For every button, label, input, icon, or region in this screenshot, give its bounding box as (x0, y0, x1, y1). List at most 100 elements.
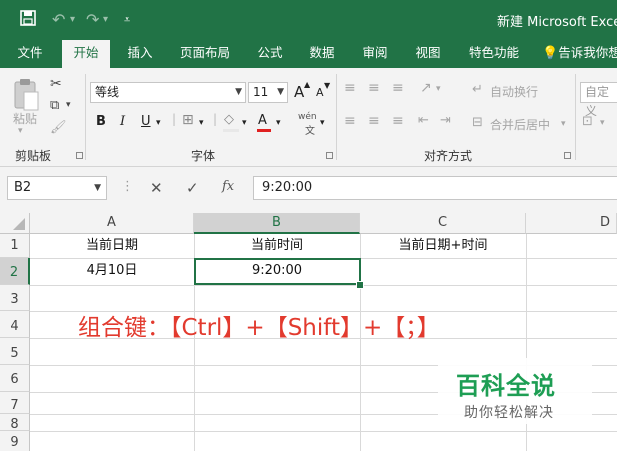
column-header-b[interactable]: B (194, 213, 360, 234)
row-header-1[interactable]: 1 (0, 234, 30, 258)
paste-label[interactable]: 粘贴 (13, 110, 37, 127)
phonetic-char-icon: 文 (305, 126, 315, 137)
undo-dropdown-icon[interactable]: ▾ (70, 10, 75, 30)
font-name-select[interactable]: 等线 ▼ (90, 82, 246, 103)
cancel-icon[interactable]: ✕ (150, 179, 163, 197)
fill-color-icon[interactable]: ◇ (224, 112, 234, 127)
merge-center-icon[interactable]: ⊟ (472, 115, 483, 130)
tab-home[interactable]: 开始 (62, 40, 110, 68)
window-title: 新建 Microsoft Excel (497, 15, 617, 30)
underline-dropdown-icon[interactable]: ▾ (156, 118, 161, 128)
tab-file[interactable]: 文件 (10, 40, 50, 68)
align-right-icon[interactable]: ≡ (392, 113, 404, 129)
insert-function-button[interactable]: fx (222, 179, 234, 194)
redo-icon[interactable]: ↷ (86, 10, 99, 30)
ribbon: 粘贴 ▾ ✂ ⧉ ▾ 🖌 剪贴板 等线 ▼ 11 ▼ A ▲ A ▼ B I U… (0, 68, 617, 167)
bold-button[interactable]: B (96, 114, 106, 129)
name-box[interactable]: B2 ▼ (7, 176, 107, 200)
tab-page-layout[interactable]: 页面布局 (174, 40, 236, 68)
wrap-text-icon[interactable]: ↵ (472, 82, 483, 97)
number-format-select[interactable]: 自定义 (580, 82, 617, 118)
row-header-2[interactable]: 2 (0, 258, 30, 285)
column-header-d[interactable]: D (526, 213, 617, 234)
redo-dropdown-icon[interactable]: ▾ (103, 10, 108, 30)
align-left-icon[interactable]: ≡ (344, 113, 356, 129)
borders-icon[interactable]: ⊞ (182, 112, 194, 128)
save-icon[interactable] (20, 10, 36, 31)
increase-indent-icon[interactable]: ⇥ (440, 113, 451, 128)
separator-icon: | (213, 112, 218, 126)
font-color-dropdown-icon[interactable]: ▾ (276, 118, 281, 128)
middle-align-icon[interactable]: ≡ (368, 80, 380, 96)
underline-button[interactable]: U (141, 114, 151, 129)
wrap-text-button[interactable]: 自动换行 (490, 83, 538, 100)
font-name-value: 等线 (95, 85, 120, 99)
cell-c1[interactable]: 当前日期+时间 (360, 235, 526, 257)
select-all-corner[interactable] (0, 213, 30, 234)
formula-input[interactable]: 9:20:00 (253, 176, 617, 200)
bottom-align-icon[interactable]: ≡ (392, 80, 404, 96)
active-cell-border (194, 258, 361, 285)
borders-dropdown-icon[interactable]: ▾ (199, 118, 204, 128)
tab-review[interactable]: 审阅 (355, 40, 395, 68)
font-launcher-icon[interactable] (326, 152, 333, 159)
cell-a2[interactable]: 4月10日 (30, 259, 194, 283)
chevron-down-icon[interactable]: ▼ (94, 177, 101, 199)
row-header-6[interactable]: 6 (0, 365, 30, 392)
row-header-4[interactable]: 4 (0, 311, 30, 338)
merge-center-button[interactable]: 合并后居中 (490, 116, 550, 133)
alignment-launcher-icon[interactable] (564, 152, 571, 159)
shrink-font-button[interactable]: A (316, 86, 324, 99)
customize-qat-icon[interactable]: ⩡ (124, 10, 130, 30)
accounting-format-icon[interactable]: ⊡ (582, 114, 593, 129)
fill-handle[interactable] (356, 281, 364, 289)
clipboard-launcher-icon[interactable] (76, 152, 83, 159)
undo-icon[interactable]: ↶ (52, 10, 65, 30)
tell-me-box[interactable]: 💡告诉我你想 (542, 40, 617, 68)
copy-dropdown-icon[interactable]: ▾ (66, 100, 71, 110)
phonetic-button[interactable]: wén (298, 112, 317, 122)
font-color-swatch (257, 129, 271, 132)
paste-dropdown-icon[interactable]: ▾ (18, 126, 23, 136)
orientation-icon[interactable]: ↗ (420, 80, 432, 96)
tell-me-label: 告诉我你想 (558, 45, 617, 60)
row-header-5[interactable]: 5 (0, 338, 30, 365)
row-header-8[interactable]: 8 (0, 414, 30, 432)
paste-icon[interactable] (12, 78, 40, 112)
phonetic-dropdown-icon[interactable]: ▾ (320, 118, 325, 128)
alignment-group-label: 对齐方式 (424, 149, 473, 163)
decrease-indent-icon[interactable]: ⇤ (418, 113, 429, 128)
cut-icon[interactable]: ✂ (50, 76, 62, 92)
format-painter-icon[interactable]: 🖌 (50, 120, 67, 135)
cell-b1[interactable]: 当前时间 (194, 235, 360, 257)
tab-insert[interactable]: 插入 (120, 40, 160, 68)
font-size-select[interactable]: 11 ▼ (248, 82, 288, 103)
resize-dots-icon[interactable]: ⋮ (121, 179, 134, 194)
row-header-7[interactable]: 7 (0, 392, 30, 414)
merge-dropdown-icon[interactable]: ▾ (561, 119, 566, 129)
group-divider (575, 74, 576, 160)
align-center-icon[interactable]: ≡ (368, 113, 380, 129)
grow-font-button[interactable]: A (294, 83, 304, 101)
column-header-a[interactable]: A (30, 213, 194, 234)
watermark-title: 百科全说 (456, 372, 556, 400)
row-header-3[interactable]: 3 (0, 285, 30, 311)
tab-view[interactable]: 视图 (408, 40, 448, 68)
row-header-9[interactable]: 9 (0, 431, 30, 451)
tab-formulas[interactable]: 公式 (250, 40, 290, 68)
cell-a1[interactable]: 当前日期 (30, 235, 194, 257)
top-align-icon[interactable]: ≡ (344, 80, 356, 96)
lightbulb-icon: 💡 (542, 46, 559, 61)
orientation-dropdown-icon[interactable]: ▾ (436, 84, 441, 94)
tab-data[interactable]: 数据 (302, 40, 342, 68)
font-color-button[interactable]: A (258, 113, 267, 128)
enter-icon[interactable]: ✓ (186, 179, 199, 197)
tab-special-features[interactable]: 特色功能 (462, 40, 526, 68)
worksheet-grid[interactable]: A B C D 1 2 3 4 5 6 7 8 9 当前日期 当前时间 当前日期… (0, 213, 617, 451)
fill-color-dropdown-icon[interactable]: ▾ (242, 118, 247, 128)
copy-icon[interactable]: ⧉ (50, 98, 59, 113)
column-header-c[interactable]: C (360, 213, 526, 234)
italic-button[interactable]: I (120, 114, 125, 129)
accounting-dropdown-icon[interactable]: ▾ (600, 118, 605, 128)
gridline (30, 285, 617, 286)
